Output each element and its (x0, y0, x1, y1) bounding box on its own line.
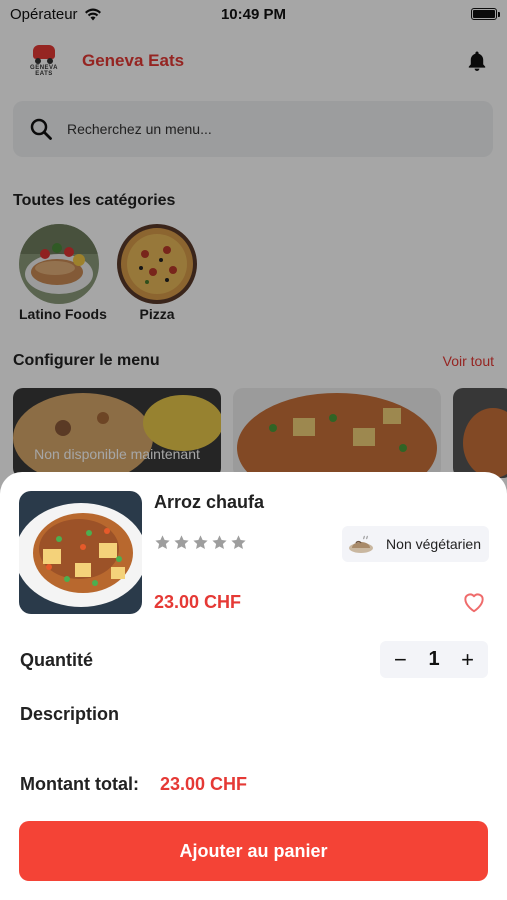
meat-dish-icon (349, 535, 374, 553)
dish-name: Arroz chaufa (154, 492, 265, 512)
star-icon (174, 535, 189, 549)
add-to-cart-button[interactable]: Ajouter au panier (19, 821, 488, 881)
quantity-stepper: − 1 + (380, 641, 488, 678)
decrement-button[interactable]: − (394, 647, 407, 673)
non-veg-label: Non végétarien (386, 536, 481, 552)
star-icon (193, 535, 208, 549)
star-icon (212, 535, 227, 549)
non-veg-badge: Non végétarien (342, 526, 489, 562)
star-icon (155, 535, 170, 549)
rating-stars (154, 534, 247, 551)
quantity-label: Quantité (20, 650, 94, 670)
dish-bottom-sheet: Arroz chaufa Non végétarien 23.00 CHF Qu… (0, 472, 507, 900)
increment-button[interactable]: + (461, 647, 474, 673)
total-label: Montant total: (20, 774, 139, 794)
description-label: Description (20, 704, 120, 724)
heart-icon[interactable] (461, 589, 487, 615)
dish-image (19, 491, 142, 614)
total-value: 23.00 CHF (160, 774, 248, 794)
star-icon (231, 535, 246, 549)
dish-price: 23.00 CHF (154, 592, 242, 612)
quantity-value: 1 (428, 648, 440, 670)
